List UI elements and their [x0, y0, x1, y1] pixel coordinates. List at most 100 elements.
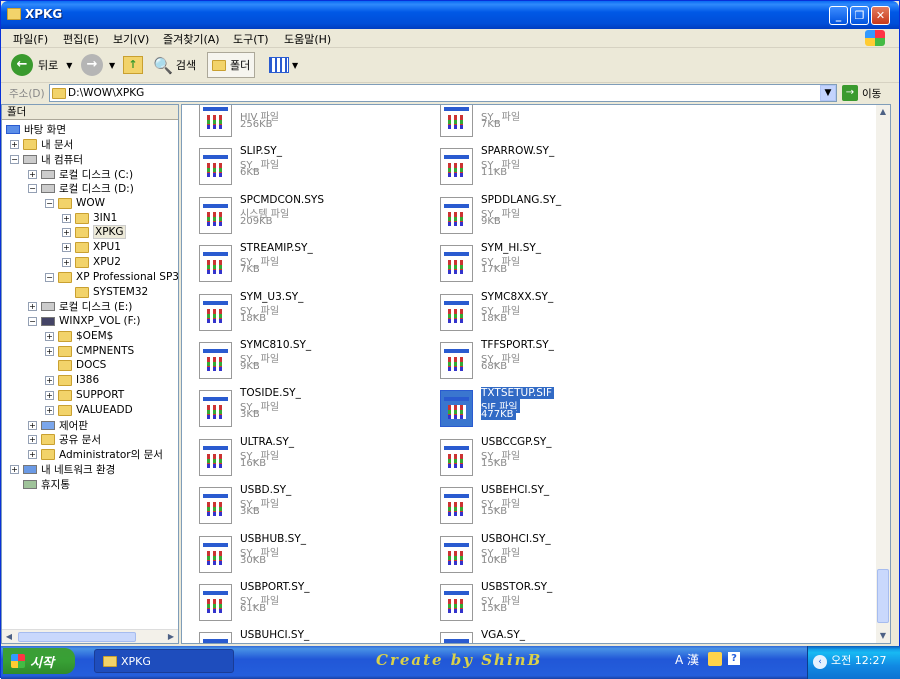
expand-icon[interactable]: +	[28, 449, 37, 459]
back-button[interactable]: ← 뒤로 ▼	[11, 52, 72, 78]
tree-item[interactable]: − 로컬 디스크 (D:)	[28, 181, 134, 195]
file-item[interactable]: SYM_HI.SY_ SY_ 파일 17KB	[431, 240, 631, 288]
title-bar[interactable]: XPKG _ ❐ ✕	[1, 1, 899, 29]
address-dropdown-icon[interactable]: ▼	[820, 85, 836, 101]
tree-item[interactable]: + XPU1	[62, 240, 121, 254]
expand-icon[interactable]: +	[45, 405, 54, 415]
taskbar-item-xpkg[interactable]: XPKG	[94, 649, 234, 673]
expand-icon[interactable]: +	[62, 227, 71, 237]
help-icon[interactable]: ?	[728, 652, 740, 665]
tree-item[interactable]: + 내 문서	[10, 137, 73, 151]
tree-item[interactable]: + CMPNENTS	[45, 344, 134, 358]
go-button[interactable]: → 이동	[842, 85, 881, 101]
file-item[interactable]: SYMC8XX.SY_ SY_ 파일 18KB	[431, 289, 631, 337]
file-item[interactable]: SPDDLANG.SY_ SY_ 파일 9KB	[431, 192, 631, 240]
up-folder-button[interactable]: ↑	[123, 52, 143, 78]
expand-icon[interactable]: +	[45, 390, 54, 400]
folders-button[interactable]: 폴더	[207, 52, 256, 78]
menu-tools[interactable]: 도구(T)	[233, 31, 269, 47]
address-field[interactable]: D:\WOW\XPKG ▼	[49, 84, 837, 102]
tree-item[interactable]: − 내 컴퓨터	[10, 152, 83, 166]
expand-icon[interactable]: +	[10, 464, 19, 474]
file-item[interactable]: SYM_U3.SY_ SY_ 파일 18KB	[190, 289, 390, 337]
file-item[interactable]: SY_ 파일 7KB	[431, 105, 631, 143]
tree-item[interactable]: − WOW	[45, 196, 105, 210]
language-bar-icon[interactable]	[708, 652, 722, 666]
file-item[interactable]: TOSIDE.SY_ SY_ 파일 3KB	[190, 385, 390, 433]
tree-item[interactable]: + 제어판	[28, 418, 88, 432]
tree-item[interactable]: SYSTEM32	[62, 285, 148, 299]
menu-edit[interactable]: 편집(E)	[63, 31, 99, 47]
expand-icon[interactable]: +	[28, 420, 37, 430]
tree-item[interactable]: + 로컬 디스크 (C:)	[28, 167, 133, 181]
expand-icon[interactable]: +	[45, 346, 54, 356]
file-item[interactable]: ULTRA.SY_ SY_ 파일 16KB	[190, 434, 390, 482]
tree-item[interactable]: 휴지통	[23, 477, 70, 491]
vertical-scrollbar[interactable]: ▲ ▼	[876, 105, 890, 643]
start-button[interactable]: 시작	[3, 648, 75, 674]
expand-icon[interactable]: +	[45, 331, 54, 341]
file-item[interactable]: SLIP.SY_ SY_ 파일 6KB	[190, 143, 390, 191]
file-item[interactable]: SPCMDCON.SYS 시스템 파일 209KB	[190, 192, 390, 240]
tree-item[interactable]: − WINXP_VOL (F:)	[28, 314, 141, 328]
tree-item[interactable]: 바탕 화면	[6, 122, 66, 136]
file-item[interactable]: USBUHCI.SY_	[190, 627, 390, 643]
views-button[interactable]: ▼	[269, 52, 298, 78]
tree-item[interactable]: + I386	[45, 373, 99, 387]
file-item[interactable]: USBOHCI.SY_ SY_ 파일 10KB	[431, 531, 631, 579]
scroll-right-icon[interactable]: ▶	[164, 630, 178, 644]
menu-file[interactable]: 파일(F)	[13, 31, 48, 47]
search-button[interactable]: 🔍 검색	[153, 52, 196, 78]
file-item[interactable]: USBEHCI.SY_ SY_ 파일 15KB	[431, 482, 631, 530]
file-item[interactable]: USBHUB.SY_ SY_ 파일 30KB	[190, 531, 390, 579]
file-item-selected[interactable]: TXTSETUP.SIF SIF 파일 477KB	[431, 385, 631, 433]
file-item[interactable]: HIV 파일 256KB	[190, 105, 390, 143]
scroll-up-icon[interactable]: ▲	[876, 105, 890, 119]
file-item[interactable]: USBCCGP.SY_ SY_ 파일 15KB	[431, 434, 631, 482]
tree-item[interactable]: + XPU2	[62, 255, 121, 269]
horizontal-scrollbar[interactable]: ◀ ▶	[2, 629, 178, 643]
tree-item[interactable]: + $OEM$	[45, 329, 113, 343]
file-item[interactable]: USBPORT.SY_ SY_ 파일 61KB	[190, 579, 390, 627]
menu-favorites[interactable]: 즐겨찾기(A)	[163, 31, 220, 47]
collapse-icon[interactable]: −	[28, 183, 37, 193]
chevron-down-icon[interactable]: ▼	[109, 61, 115, 70]
expand-icon[interactable]: +	[62, 213, 71, 223]
file-item[interactable]: SYMC810.SY_ SY_ 파일 9KB	[190, 337, 390, 385]
scroll-left-icon[interactable]: ◀	[2, 630, 16, 644]
expand-icon[interactable]: +	[28, 301, 37, 311]
tree-item[interactable]: + 공유 문서	[28, 432, 101, 446]
maximize-button[interactable]: ❐	[850, 6, 869, 25]
menu-view[interactable]: 보기(V)	[113, 31, 149, 47]
tree-item[interactable]: + 내 네트워크 환경	[10, 462, 115, 476]
scroll-thumb[interactable]	[18, 632, 136, 642]
chevron-down-icon[interactable]: ▼	[66, 61, 72, 70]
collapse-icon[interactable]: −	[45, 272, 54, 282]
collapse-icon[interactable]: −	[10, 154, 19, 164]
collapse-icon[interactable]: −	[45, 198, 54, 208]
tree-item-selected[interactable]: + XPKG	[62, 225, 126, 239]
expand-icon[interactable]: +	[10, 139, 19, 149]
file-item[interactable]: VGA.SY_	[431, 627, 631, 643]
close-button[interactable]: ✕	[871, 6, 890, 25]
tree-item[interactable]: − XP Professional SP3	[45, 270, 179, 284]
expand-icon[interactable]: +	[45, 375, 54, 385]
tree-item[interactable]: + VALUEADD	[45, 403, 133, 417]
scroll-down-icon[interactable]: ▼	[876, 629, 890, 643]
file-item[interactable]: TFFSPORT.SY_ SY_ 파일 68KB	[431, 337, 631, 385]
expand-icon[interactable]: +	[62, 257, 71, 267]
minimize-button[interactable]: _	[829, 6, 848, 25]
expand-icon[interactable]: +	[62, 242, 71, 252]
file-item[interactable]: USBSTOR.SY_ SY_ 파일 15KB	[431, 579, 631, 627]
chevron-left-icon[interactable]: ‹	[813, 655, 827, 669]
expand-icon[interactable]: +	[28, 434, 37, 444]
tree-item[interactable]: + Administrator의 문서	[28, 447, 163, 461]
expand-icon[interactable]: +	[28, 169, 37, 179]
tree-item[interactable]: + SUPPORT	[45, 388, 124, 402]
file-item[interactable]: SPARROW.SY_ SY_ 파일 11KB	[431, 143, 631, 191]
tree-item[interactable]: + 로컬 디스크 (E:)	[28, 299, 132, 313]
ime-indicator[interactable]: A 漢	[675, 651, 699, 668]
file-item[interactable]: USBD.SY_ SY_ 파일 3KB	[190, 482, 390, 530]
forward-button[interactable]: → ▼	[81, 52, 115, 78]
collapse-icon[interactable]: −	[28, 316, 37, 326]
